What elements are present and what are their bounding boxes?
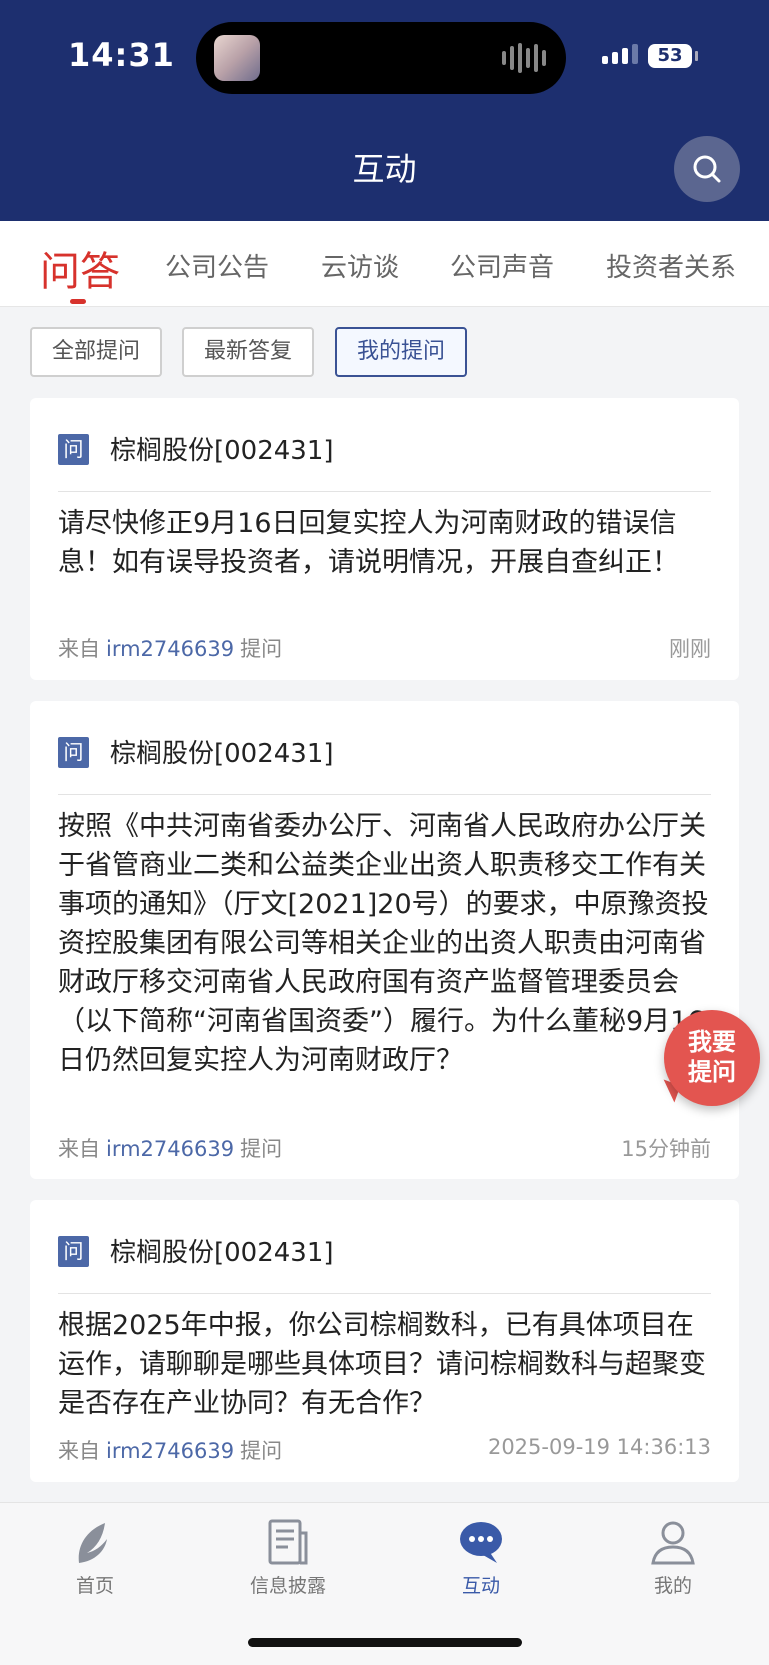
leaf-icon bbox=[78, 1523, 107, 1563]
company-name[interactable]: 棕榈股份[002431] bbox=[110, 430, 334, 467]
question-card[interactable]: 问 棕榈股份[002431] 请尽快修正9月16日回复实控人为河南财政的错误信息… bbox=[30, 398, 739, 680]
question-time: 2025-09-19 14:36:13 bbox=[487, 1435, 711, 1459]
user-link[interactable]: irm2746639 bbox=[106, 637, 234, 661]
question-card[interactable]: 问 棕榈股份[002431] 按照《中共河南省委办公厅、河南省人民政府办公厅关于… bbox=[30, 701, 739, 1179]
battery-nub bbox=[695, 51, 698, 61]
filter-bar: 全部提问 最新答复 我的提问 bbox=[0, 308, 769, 384]
card-divider bbox=[58, 1293, 711, 1294]
question-meta: 来自 irm2746639 提问 bbox=[58, 1435, 282, 1465]
page-title: 互动 bbox=[352, 150, 417, 188]
search-icon bbox=[693, 155, 721, 183]
nav-label: 信息披露 bbox=[249, 1575, 326, 1597]
user-link[interactable]: irm2746639 bbox=[106, 1439, 234, 1463]
filter-my-questions[interactable]: 我的提问 bbox=[335, 327, 467, 377]
action-label: 提问 bbox=[240, 1439, 283, 1463]
dynamic-island[interactable] bbox=[196, 22, 566, 94]
battery-icon: 53 bbox=[648, 44, 692, 68]
question-card[interactable]: 问 棕榈股份[002431] 根据2025年中报，你公司棕榈数科，已有具体项目在… bbox=[30, 1200, 739, 1482]
home-indicator[interactable] bbox=[248, 1638, 522, 1647]
question-text: 请尽快修正9月16日回复实控人为河南财政的错误信息！如有误导投资者，请说明情况，… bbox=[58, 508, 679, 578]
ask-question-button[interactable]: 我要 提问 bbox=[664, 1010, 760, 1106]
nav-disclosure[interactable]: 信息披露 bbox=[228, 1517, 348, 1598]
action-label: 提问 bbox=[240, 1137, 283, 1161]
question-time: 刚刚 bbox=[669, 637, 711, 661]
nav-interaction[interactable]: 互动 bbox=[421, 1517, 541, 1598]
now-playing-artwork bbox=[214, 35, 260, 81]
chat-bubble-icon bbox=[460, 1522, 502, 1563]
card-divider bbox=[58, 794, 711, 795]
tab-qa[interactable]: 问答 bbox=[40, 239, 120, 297]
question-text: 根据2025年中报，你公司棕榈数科，已有具体项目在运作，请聊聊是哪些具体项目？请… bbox=[58, 1310, 706, 1419]
document-icon bbox=[268, 1519, 308, 1565]
filter-latest-replies[interactable]: 最新答复 bbox=[182, 327, 314, 377]
tab-investor-relations[interactable]: 投资者关系 bbox=[606, 247, 736, 284]
tab-announcements[interactable]: 公司公告 bbox=[165, 247, 269, 284]
from-label: 来自 bbox=[58, 1137, 100, 1161]
from-label: 来自 bbox=[58, 637, 100, 661]
active-tab-indicator bbox=[70, 299, 86, 304]
company-name[interactable]: 棕榈股份[002431] bbox=[110, 733, 334, 770]
person-icon bbox=[651, 1521, 695, 1565]
question-badge: 问 bbox=[58, 1236, 89, 1267]
question-text: 按照《中共河南省委办公厅、河南省人民政府办公厅关于省管商业二类和公益类企业出资人… bbox=[58, 811, 709, 1076]
ask-button-line1: 我要 bbox=[688, 1028, 736, 1056]
cellular-signal-icon bbox=[602, 44, 638, 64]
search-button[interactable] bbox=[674, 136, 740, 202]
question-badge: 问 bbox=[58, 737, 89, 768]
audio-waveform-icon bbox=[502, 42, 546, 74]
nav-label: 首页 bbox=[75, 1575, 114, 1597]
from-label: 来自 bbox=[58, 1439, 100, 1463]
question-time: 15分钟前 bbox=[621, 1137, 711, 1161]
ask-button-line2: 提问 bbox=[688, 1058, 736, 1086]
question-meta: 来自 irm2746639 提问 bbox=[58, 1133, 282, 1163]
status-time: 14:31 bbox=[68, 36, 175, 74]
filter-all-questions[interactable]: 全部提问 bbox=[30, 327, 162, 377]
nav-mine[interactable]: 我的 bbox=[613, 1517, 733, 1598]
nav-home[interactable]: 首页 bbox=[35, 1517, 155, 1598]
question-meta: 来自 irm2746639 提问 bbox=[58, 633, 282, 663]
company-name[interactable]: 棕榈股份[002431] bbox=[110, 1232, 334, 1269]
action-label: 提问 bbox=[240, 637, 283, 661]
tab-company-voice[interactable]: 公司声音 bbox=[450, 247, 554, 284]
user-link[interactable]: irm2746639 bbox=[106, 1137, 234, 1161]
card-divider bbox=[58, 491, 711, 492]
nav-label: 互动 bbox=[461, 1575, 500, 1597]
category-tabs: 问答 公司公告 云访谈 公司声音 投资者关系 bbox=[0, 221, 769, 307]
nav-label: 我的 bbox=[653, 1575, 692, 1597]
tab-cloud-interview[interactable]: 云访谈 bbox=[321, 247, 399, 284]
app-header: 14:31 53 互动 bbox=[0, 0, 769, 221]
question-badge: 问 bbox=[58, 434, 89, 465]
